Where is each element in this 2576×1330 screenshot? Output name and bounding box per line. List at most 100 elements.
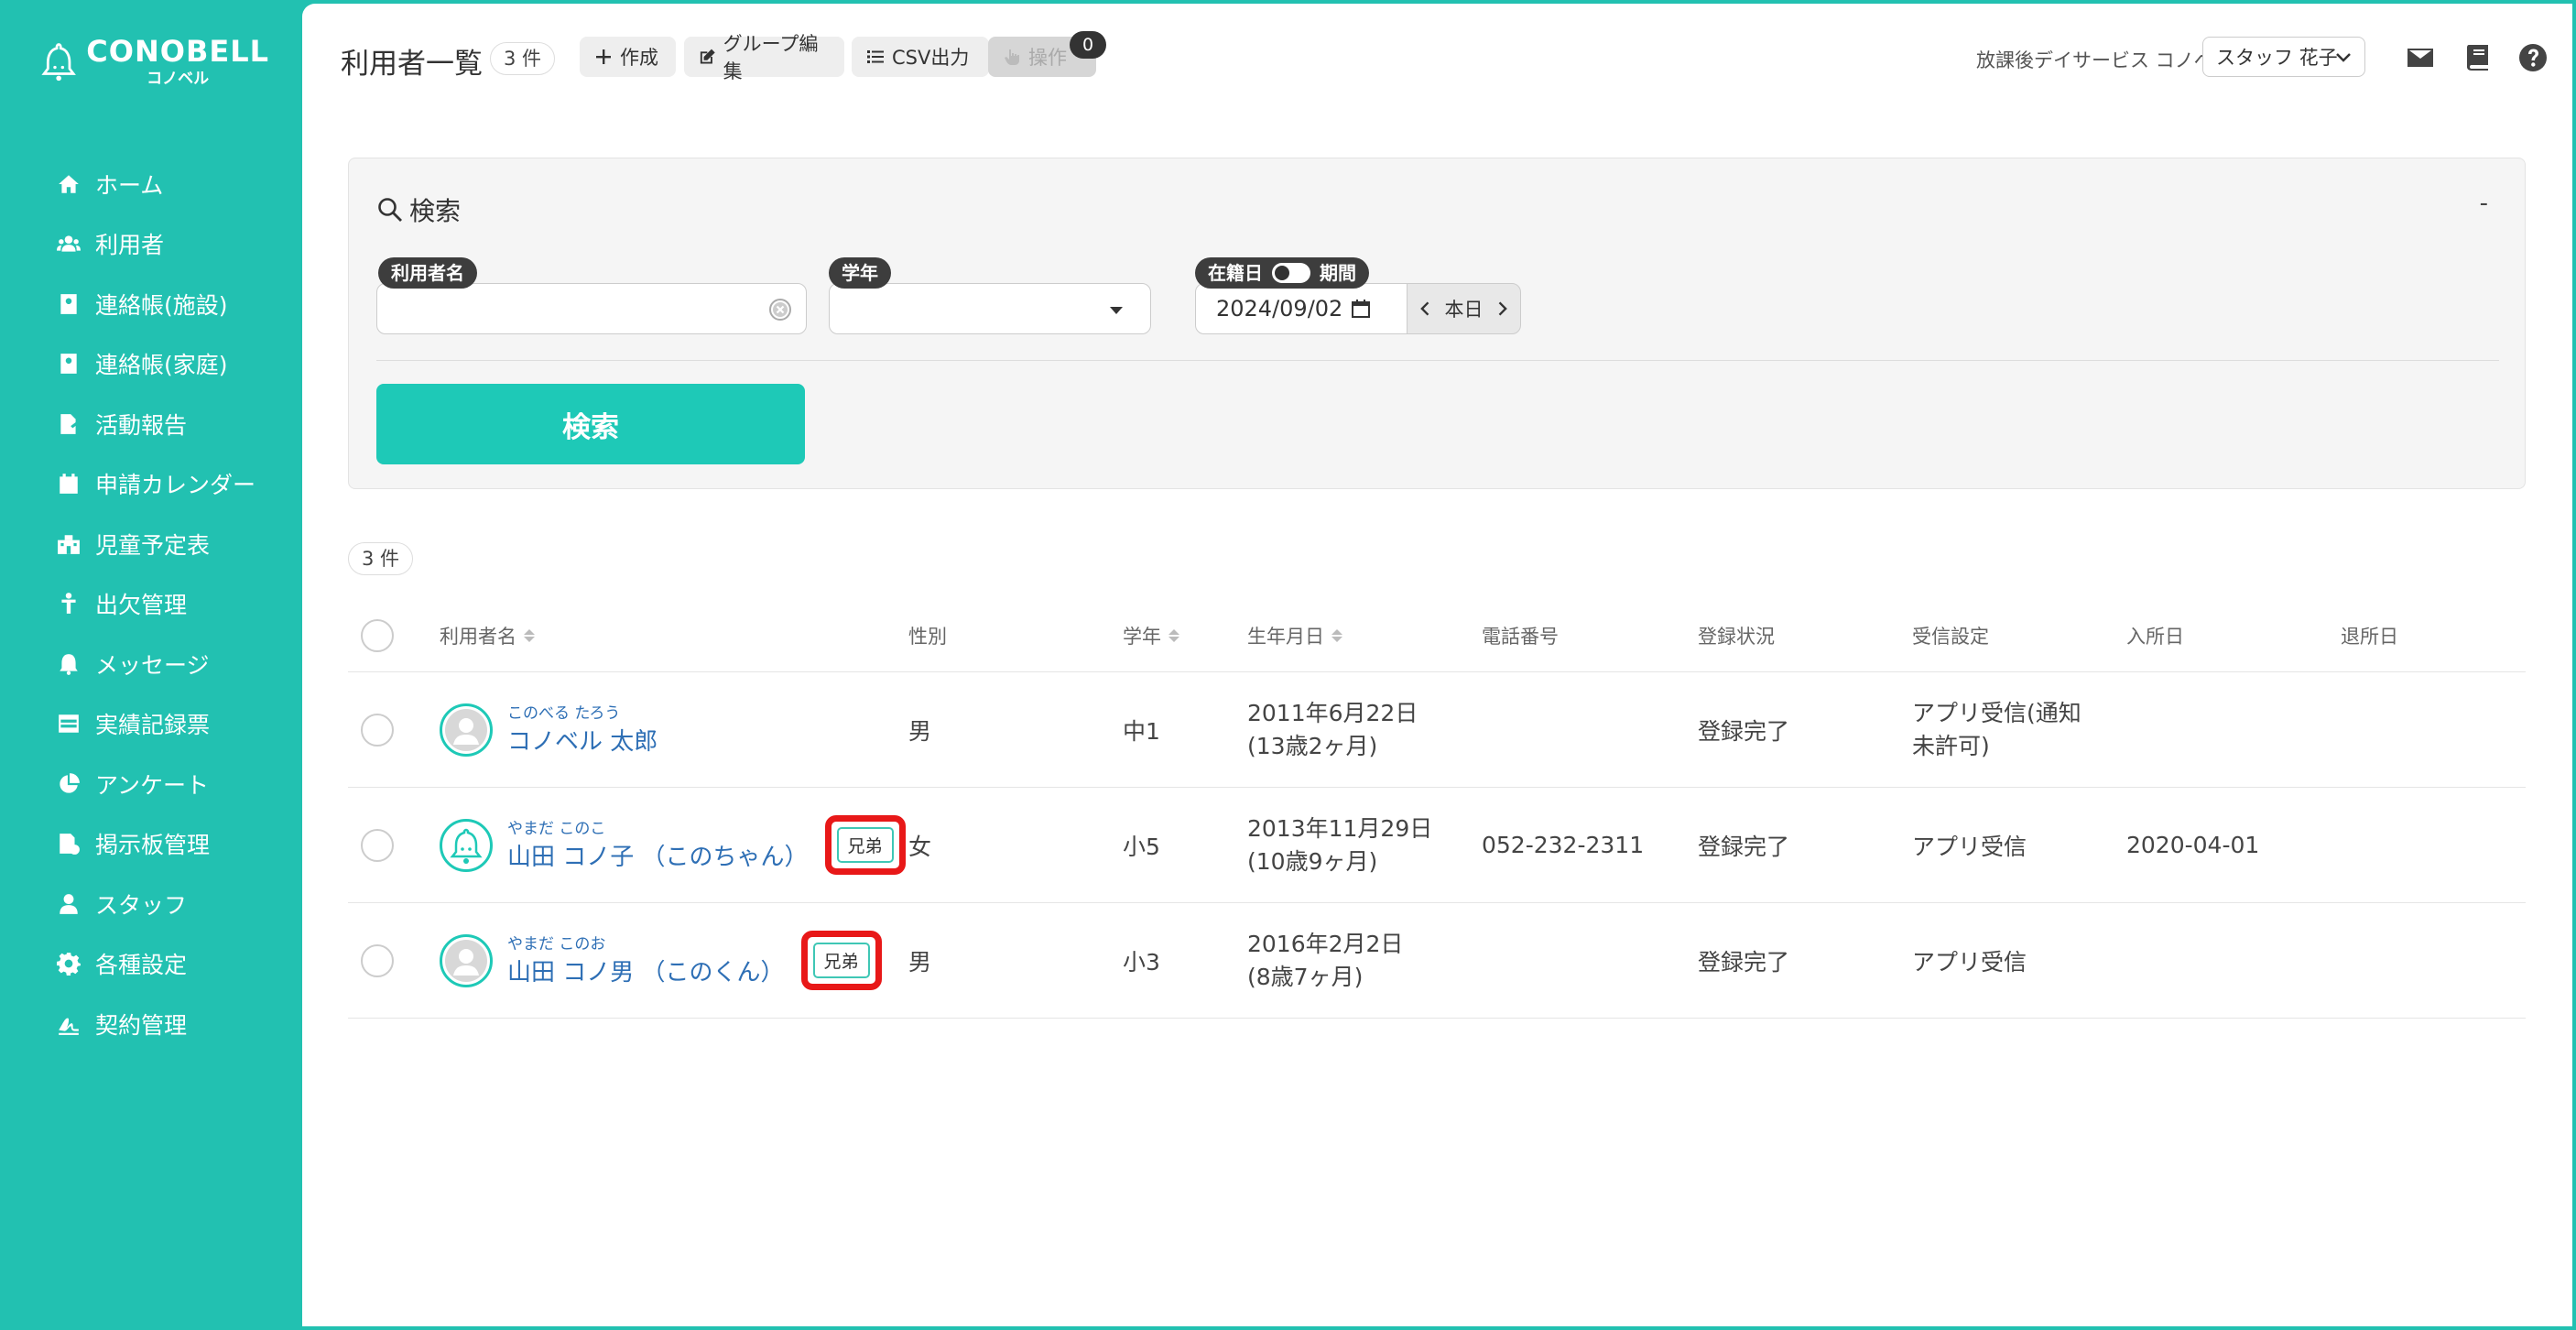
contact-book-icon	[55, 290, 82, 318]
sidebar-item-records[interactable]: 実績記録票	[0, 694, 302, 755]
today-button[interactable]: 本日	[1445, 295, 1484, 322]
avatar	[440, 818, 493, 872]
board-icon	[55, 830, 82, 857]
sidebar-item-home[interactable]: ホーム	[0, 154, 302, 214]
column-header-grade[interactable]: 学年	[1123, 599, 1179, 671]
join-date-cell: 2020-04-01	[2126, 832, 2260, 858]
sidebar-item-settings[interactable]: 各種設定	[0, 934, 302, 995]
user-name-link[interactable]: 山田 コノ子 （このちゃん）	[507, 841, 809, 874]
help-icon[interactable]	[2517, 42, 2549, 73]
bell-icon	[55, 650, 82, 678]
sidebar: CONOBELL コノベル ホーム 利用者 連絡帳(施設) 連絡帳(家庭) 活動…	[0, 0, 302, 1330]
sidebar-item-activity-report[interactable]: 活動報告	[0, 394, 302, 454]
row-checkbox[interactable]	[361, 713, 394, 747]
group-edit-button[interactable]: グループ編集	[684, 33, 844, 82]
sidebar-item-label: 出欠管理	[95, 592, 188, 619]
age-cell: (8歳7ヶ月)	[1247, 963, 1364, 990]
chevron-down-icon	[2336, 53, 2351, 62]
bell-logo-icon	[41, 43, 76, 82]
table-header: 利用者名 性別 学年 生年月日 電話番号 登録状況 受信設定 入所日 退所日	[348, 599, 2526, 672]
brand-logo[interactable]: CONOBELL コノベル	[40, 33, 269, 97]
sidebar-item-board[interactable]: 掲示板管理	[0, 814, 302, 875]
sidebar-item-label: 活動報告	[95, 411, 188, 439]
staff-dropdown[interactable]: スタッフ 花子	[2202, 37, 2365, 77]
grade-cell: 中1	[1123, 717, 1160, 745]
staff-icon	[55, 890, 82, 918]
column-header-receive: 受信設定	[1912, 625, 1989, 648]
avatar	[440, 703, 493, 757]
sidebar-item-contact-facility[interactable]: 連絡帳(施設)	[0, 274, 302, 334]
manual-book-icon[interactable]	[2462, 42, 2494, 73]
contact-book-icon	[55, 350, 82, 377]
sidebar-item-survey[interactable]: アンケート	[0, 754, 302, 814]
sidebar-item-users[interactable]: 利用者	[0, 214, 302, 275]
avatar	[440, 933, 493, 987]
receive-setting-cell: アプリ受信	[1912, 948, 2027, 976]
table-row: やまだ このこ 山田 コノ子 （このちゃん） 兄弟 女 小5 2013年11月2…	[348, 788, 2526, 903]
brand-name: CONOBELL	[86, 34, 269, 69]
gender-cell: 男	[908, 717, 932, 745]
user-kana: やまだ このお	[507, 934, 606, 954]
user-name-link[interactable]: 山田 コノ男 （このくん）	[507, 956, 785, 989]
facility-name: 放課後デイサービス コノベル	[1976, 49, 2233, 71]
birthday-cell: 2013年11月29日	[1247, 814, 1433, 842]
csv-export-button[interactable]: CSV出力	[852, 37, 989, 77]
sibling-badge-highlight[interactable]: 兄弟	[800, 931, 882, 990]
sidebar-item-contact-home[interactable]: 連絡帳(家庭)	[0, 334, 302, 395]
gender-cell: 女	[908, 833, 932, 860]
create-button[interactable]: 作成	[580, 37, 676, 77]
search-button[interactable]: 検索	[376, 384, 805, 464]
plus-icon	[596, 49, 611, 64]
sidebar-item-label: 掲示板管理	[95, 832, 211, 859]
mail-icon[interactable]	[2405, 42, 2436, 73]
user-name-input[interactable]	[376, 283, 807, 334]
column-header-join-date: 入所日	[2126, 625, 2184, 648]
gender-cell: 男	[908, 948, 932, 976]
sidebar-item-schedule[interactable]: 児童予定表	[0, 514, 302, 574]
period-toggle[interactable]	[1272, 263, 1310, 283]
user-name-link[interactable]: コノベル 太郎	[507, 725, 658, 758]
date-navigator: 本日	[1407, 283, 1521, 334]
table-row: このべる たろう コノベル 太郎 男 中1 2011年6月22日 (13歳2ヶ月)…	[348, 672, 2526, 788]
select-all-checkbox[interactable]	[361, 618, 394, 652]
sort-icon	[524, 628, 535, 642]
row-checkbox[interactable]	[361, 943, 394, 977]
default-user-icon	[445, 939, 487, 982]
calendar-icon	[55, 470, 82, 497]
hand-pointer-icon	[1005, 49, 1019, 65]
column-header-status: 登録状況	[1698, 625, 1775, 648]
ops-count-badge: 0	[1070, 31, 1106, 59]
brand-sub: コノベル	[147, 70, 210, 88]
collapse-button[interactable]: -	[2480, 190, 2488, 217]
sidebar-item-staff[interactable]: スタッフ	[0, 874, 302, 934]
sidebar-item-contract[interactable]: 契約管理	[0, 994, 302, 1054]
edit-icon	[700, 49, 715, 64]
sidebar-item-message[interactable]: メッセージ	[0, 634, 302, 694]
chevron-left-icon[interactable]	[1415, 298, 1437, 320]
receive-setting-cell: アプリ受信(通知	[1912, 699, 2081, 726]
user-name-label: 利用者名	[378, 257, 477, 289]
user-kana: このべる たろう	[507, 703, 621, 723]
school-icon	[55, 530, 82, 558]
sidebar-item-calendar[interactable]: 申請カレンダー	[0, 454, 302, 515]
main-content: 利用者一覧 3 件 作成 グループ編集 CSV出力 操作 0 放課後デイサービス…	[302, 4, 2572, 1326]
calendar-picker-icon[interactable]	[1350, 298, 1372, 320]
enroll-date-label: 在籍日 期間	[1195, 257, 1369, 289]
grade-select[interactable]	[829, 283, 1151, 334]
sibling-badge-highlight[interactable]: 兄弟	[824, 815, 906, 875]
chevron-right-icon[interactable]	[1491, 298, 1513, 320]
clear-icon[interactable]	[768, 298, 792, 322]
users-icon	[55, 230, 82, 257]
sidebar-item-attendance[interactable]: 出欠管理	[0, 574, 302, 635]
list-icon	[867, 50, 884, 63]
result-count-badge: 3 件	[348, 542, 414, 575]
search-heading: 検索	[376, 191, 461, 228]
sort-icon	[1168, 628, 1179, 642]
enroll-date-input[interactable]: 2024/09/02	[1195, 283, 1408, 334]
column-header-name[interactable]: 利用者名	[440, 599, 535, 671]
sidebar-item-label: 各種設定	[95, 952, 188, 979]
sidebar-item-label: アンケート	[95, 771, 210, 799]
column-header-birthday[interactable]: 生年月日	[1247, 599, 1342, 671]
caret-down-icon	[1110, 307, 1123, 314]
row-checkbox[interactable]	[361, 828, 394, 862]
